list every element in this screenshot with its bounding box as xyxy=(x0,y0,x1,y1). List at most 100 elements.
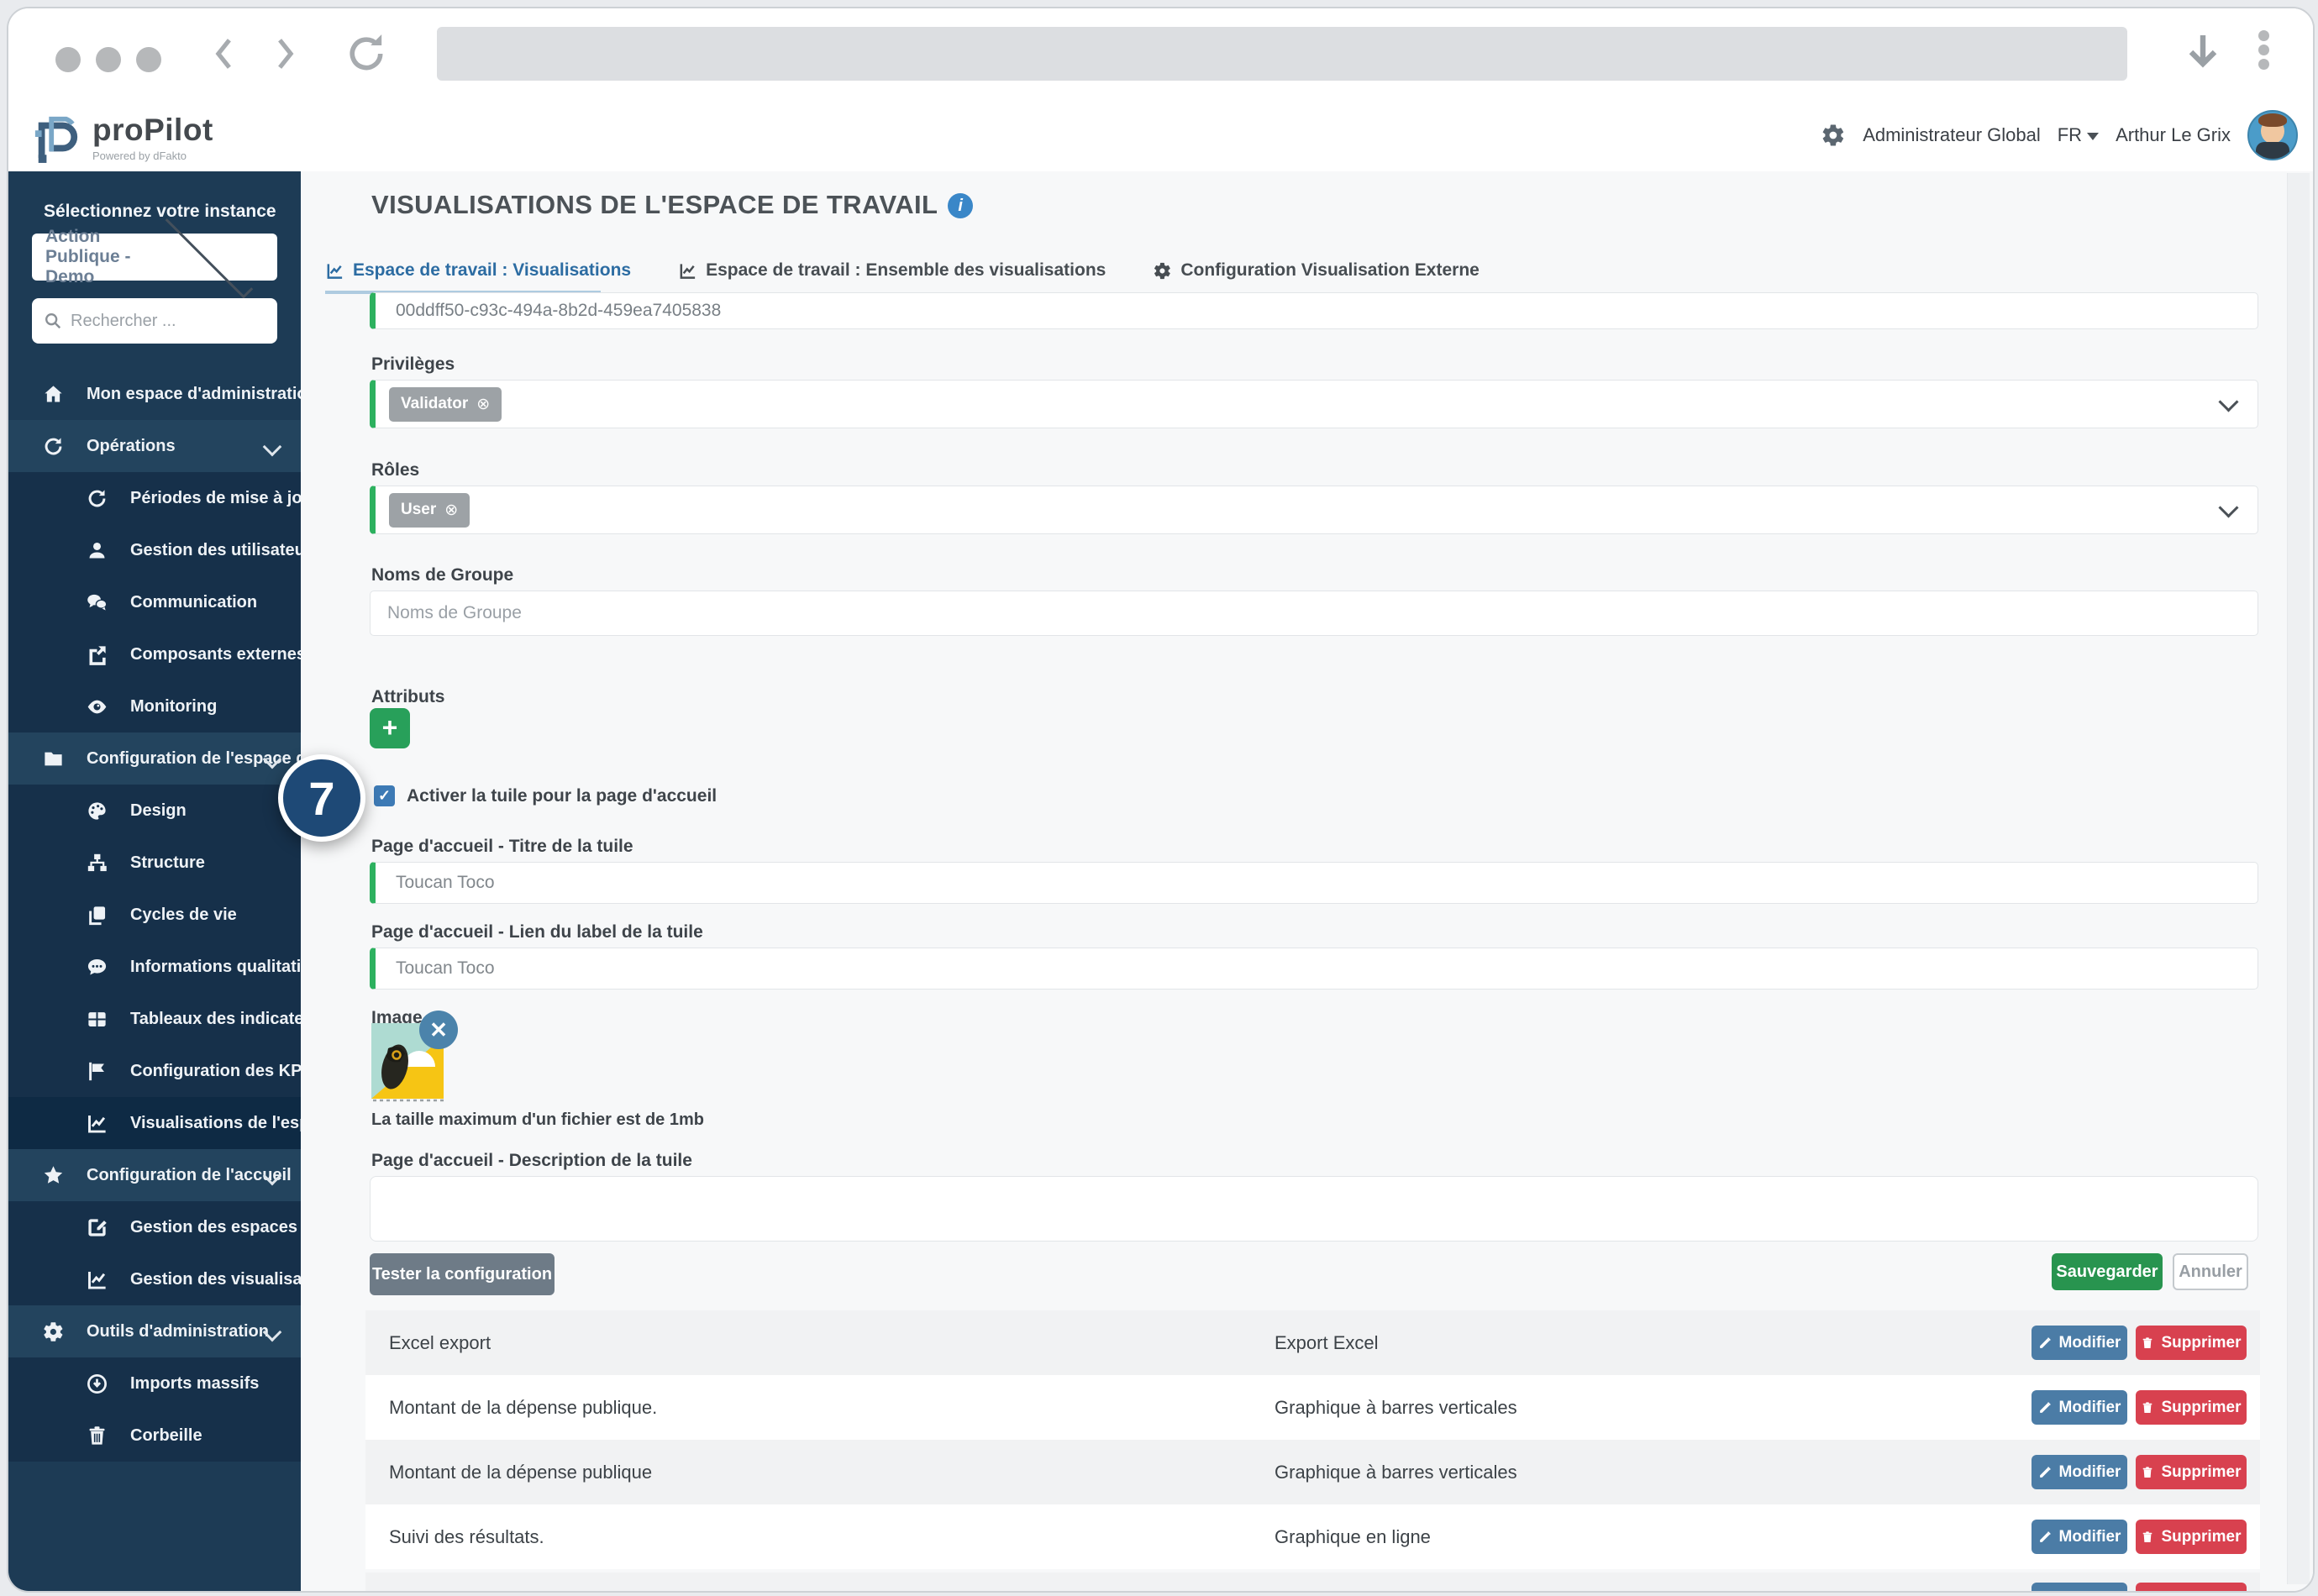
tab-ensemble-visualisations[interactable]: Espace de travail : Ensemble des visuali… xyxy=(678,260,1106,281)
role-tag[interactable]: User⊗ xyxy=(389,493,470,528)
edit-button[interactable]: Modifier xyxy=(2032,1326,2127,1360)
table-row: Montant de la dépense publique. Graphiqu… xyxy=(365,1375,2260,1440)
privileges-select[interactable]: Validator⊗ xyxy=(370,380,2258,428)
table-row: Montant de la dépense publique Graphique… xyxy=(365,1440,2260,1504)
browser-chrome xyxy=(8,8,2313,100)
tab-visualisations[interactable]: Espace de travail : Visualisations xyxy=(325,260,631,281)
logo-text: proPilot xyxy=(92,113,213,148)
download-icon[interactable] xyxy=(2183,29,2223,79)
edit-button[interactable] xyxy=(2032,1583,2127,1591)
sidebar-section-config-accueil[interactable]: Configuration de l'accueil xyxy=(8,1149,301,1201)
tile-title-input[interactable]: Toucan Toco xyxy=(370,862,2258,904)
sidebar-item-communication[interactable]: Communication xyxy=(8,576,301,628)
tab-config-externe[interactable]: Configuration Visualisation Externe xyxy=(1153,260,1480,281)
sidebar-item-infos-qualitatives[interactable]: Informations qualitatives xyxy=(8,941,301,993)
refresh-icon[interactable] xyxy=(344,30,388,77)
chevron-down-icon xyxy=(2218,497,2238,517)
forward-icon[interactable] xyxy=(267,32,301,76)
sidebar-item-composants[interactable]: Composants externes xyxy=(8,628,301,680)
refresh-icon xyxy=(86,487,108,510)
sidebar-item-monitoring[interactable]: Monitoring xyxy=(8,680,301,732)
palette-icon xyxy=(86,800,108,822)
cancel-button[interactable]: Annuler xyxy=(2173,1253,2248,1290)
sidebar-search-input[interactable]: Rechercher ... xyxy=(32,298,277,344)
sidebar-item-structure[interactable]: Structure xyxy=(8,837,301,889)
edit-button[interactable]: Modifier xyxy=(2032,1455,2127,1489)
save-button[interactable]: Sauvegarder xyxy=(2052,1253,2163,1290)
folder-icon xyxy=(42,748,65,770)
info-icon[interactable]: i xyxy=(948,193,973,218)
remove-tag-icon[interactable]: ⊗ xyxy=(444,501,458,520)
delete-button[interactable]: Supprimer xyxy=(2136,1455,2247,1489)
sidebar-item-periodes[interactable]: Périodes de mise à jour xyxy=(8,472,301,524)
share-icon xyxy=(86,643,108,666)
roles-select[interactable]: User⊗ xyxy=(370,486,2258,534)
gear-icon xyxy=(42,1320,65,1343)
privilege-tag[interactable]: Validator⊗ xyxy=(389,387,502,422)
id-input[interactable]: 00ddff50-c93c-494a-8b2d-459ea7405838 xyxy=(370,292,2258,329)
sidebar-item-gestion-espaces[interactable]: Gestion des espaces de... xyxy=(8,1201,301,1253)
pencil-icon xyxy=(2038,1336,2053,1350)
tab-bar: Espace de travail : Visualisations Espac… xyxy=(325,260,1480,281)
browser-menu-icon[interactable] xyxy=(2258,27,2269,73)
sidebar-item-kpis[interactable]: Configuration des KPIs xyxy=(8,1045,301,1097)
edit-button[interactable]: Modifier xyxy=(2032,1390,2127,1425)
delete-button[interactable]: Supprimer xyxy=(2136,1390,2247,1425)
window-dot-3[interactable] xyxy=(136,47,161,72)
delete-button[interactable]: Supprimer xyxy=(2136,1326,2247,1360)
sidebar-item-corbeille[interactable]: Corbeille xyxy=(8,1410,301,1462)
remove-image-button[interactable]: ✕ xyxy=(419,1011,458,1049)
admin-gear-icon[interactable] xyxy=(1821,123,1846,148)
page-title: VISUALISATIONS DE L'ESPACE DE TRAVAILi xyxy=(371,190,973,220)
avatar[interactable] xyxy=(2247,110,2298,160)
edit-button[interactable]: Modifier xyxy=(2032,1520,2127,1554)
table-row: Excel export Export Excel Modifier Suppr… xyxy=(365,1310,2260,1375)
tile-enable-checkbox[interactable]: ✓ xyxy=(374,785,395,806)
sidebar-item-utilisateurs[interactable]: Gestion des utilisateurs xyxy=(8,524,301,576)
home-icon xyxy=(42,383,65,406)
tile-description-textarea[interactable] xyxy=(370,1176,2258,1242)
language-selector[interactable]: FR xyxy=(2058,124,2099,146)
header-right: Administrateur Global FR Arthur Le Grix xyxy=(1821,99,2298,171)
sidebar-section-outils-admin[interactable]: Outils d'administration xyxy=(8,1305,301,1357)
user-name[interactable]: Arthur Le Grix xyxy=(2116,124,2231,146)
sidebar-item-imports[interactable]: Imports massifs xyxy=(8,1357,301,1410)
chevron-down-icon xyxy=(263,438,282,457)
group-names-input[interactable]: Noms de Groupe xyxy=(370,591,2258,636)
tile-enable-label: Activer la tuile pour la page d'accueil xyxy=(407,786,717,806)
back-icon[interactable] xyxy=(208,32,242,76)
logo[interactable]: proPilot Powered by dFakto xyxy=(32,111,213,163)
sidebar-section-config-espace[interactable]: Configuration de l'espace de ... xyxy=(8,732,301,785)
sidebar-item-mon-espace[interactable]: Mon espace d'administration xyxy=(8,368,301,420)
sidebar-section-operations[interactable]: Opérations xyxy=(8,420,301,472)
delete-button[interactable]: Supprimer xyxy=(2136,1520,2247,1554)
admin-role-label[interactable]: Administrateur Global xyxy=(1863,124,2041,146)
sidebar-item-design[interactable]: Design xyxy=(8,785,301,837)
tile-link-input[interactable]: Toucan Toco xyxy=(370,948,2258,990)
sidebar-item-cycles[interactable]: Cycles de vie xyxy=(8,889,301,941)
chart-line-icon xyxy=(86,1112,108,1135)
trash-icon xyxy=(2141,1401,2154,1415)
sidebar-item-visualisations-espace[interactable]: Visualisations de l'espa... xyxy=(8,1097,301,1149)
viz-type: Export Excel xyxy=(1275,1310,1379,1375)
test-configuration-button[interactable]: Tester la configuration xyxy=(370,1253,555,1295)
chart-line-icon xyxy=(86,1268,108,1291)
attributes-label: Attributs xyxy=(371,687,445,707)
main-scrollbar[interactable] xyxy=(2287,173,2310,1584)
table-row-partial xyxy=(365,1572,2260,1591)
search-placeholder: Rechercher ... xyxy=(71,312,176,331)
refresh-icon xyxy=(42,435,65,458)
sidebar: Sélectionnez votre instance Action Publi… xyxy=(8,171,301,1591)
url-bar[interactable] xyxy=(437,27,2127,81)
remove-tag-icon[interactable]: ⊗ xyxy=(476,395,490,414)
table-icon xyxy=(86,1008,108,1031)
window-dot-1[interactable] xyxy=(55,47,81,72)
add-attribute-button[interactable]: + xyxy=(370,708,410,748)
sidebar-item-tableaux[interactable]: Tableaux des indicateurs xyxy=(8,993,301,1045)
instance-select[interactable]: Action Publique - Demo xyxy=(32,234,277,281)
pencil-icon xyxy=(2038,1465,2053,1479)
window-dot-2[interactable] xyxy=(96,47,121,72)
chevron-down-icon xyxy=(165,211,252,298)
delete-button[interactable] xyxy=(2136,1583,2247,1591)
sidebar-item-gestion-visualisations[interactable]: Gestion des visualisatio... xyxy=(8,1253,301,1305)
